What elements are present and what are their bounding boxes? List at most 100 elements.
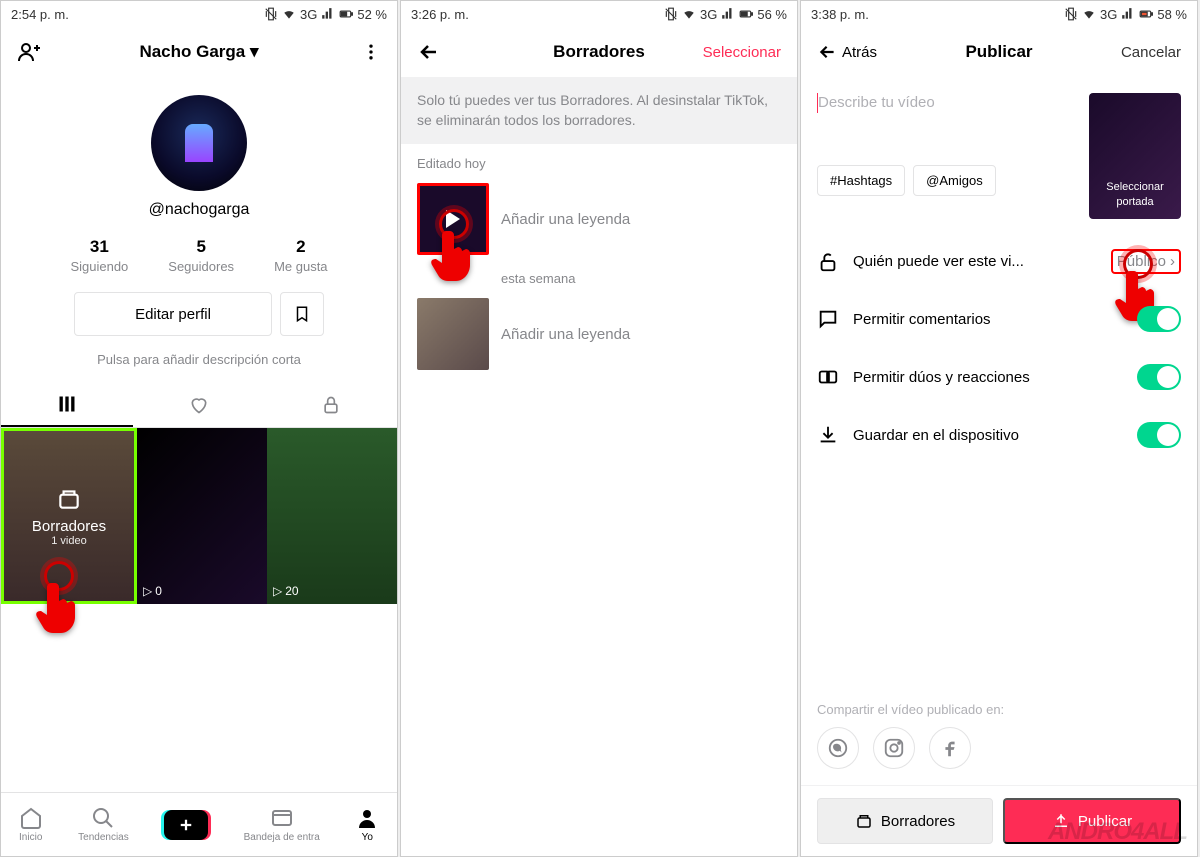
publish-body: Describe tu vídeo #Hashtags @Amigos Sele…	[801, 77, 1197, 785]
comments-row: Permitir comentarios	[817, 290, 1181, 348]
draft-item-2[interactable]: Añadir una leyenda	[401, 294, 797, 374]
chevron-right-icon: ›	[1170, 253, 1175, 270]
username: @nachogarga	[149, 201, 250, 219]
plus-icon	[177, 816, 195, 834]
status-bar: 3:26 p. m. 3G 56 %	[401, 1, 797, 27]
drafts-icon	[56, 486, 82, 512]
video-cell-3[interactable]: ▷20	[267, 428, 397, 604]
bottom-nav: Inicio Tendencias Bandeja de entra Yo	[1, 792, 397, 856]
profile-tabs	[1, 383, 397, 428]
battery-label: 52 %	[357, 7, 387, 22]
inbox-icon	[270, 806, 294, 830]
tab-liked[interactable]	[133, 383, 265, 427]
heart-outline-icon	[189, 395, 209, 415]
phone-profile: 2:54 p. m. 3G 52 % Nacho Garga ▾ @nachog…	[0, 0, 398, 857]
battery-icon	[739, 7, 753, 21]
facebook-icon	[939, 737, 961, 759]
network-label: 3G	[700, 7, 717, 22]
back-button[interactable]: Atrás	[817, 41, 877, 63]
tab-private[interactable]	[265, 383, 397, 427]
friends-chip[interactable]: @Amigos	[913, 165, 996, 196]
nav-trends[interactable]: Tendencias	[78, 806, 129, 843]
wifi-icon	[682, 7, 696, 21]
select-button[interactable]: Seleccionar	[703, 44, 781, 61]
unlock-icon	[817, 251, 839, 273]
signal-icon	[1121, 7, 1135, 21]
publish-header: Atrás Publicar Cancelar	[801, 27, 1197, 77]
drafts-icon	[855, 812, 873, 830]
status-bar: 3:38 p. m. 3G 58 %	[801, 1, 1197, 27]
save-drafts-button[interactable]: Borradores	[817, 798, 993, 844]
bookmark-button[interactable]	[280, 292, 324, 336]
back-arrow-icon[interactable]	[417, 40, 441, 64]
profile-name-dropdown[interactable]: Nacho Garga ▾	[139, 42, 258, 62]
stat-following[interactable]: 31 Siguiendo	[70, 237, 128, 274]
stats-row: 31 Siguiendo 5 Seguidores 2 Me gusta	[70, 237, 327, 274]
draft-caption-2: Añadir una leyenda	[501, 326, 630, 343]
chevron-down-icon: ▾	[250, 42, 259, 61]
download-icon	[817, 424, 839, 446]
profile-content: @nachogarga 31 Siguiendo 5 Seguidores 2 …	[1, 77, 397, 792]
duets-row: Permitir dúos y reacciones	[817, 348, 1181, 406]
status-time: 3:26 p. m.	[411, 7, 469, 22]
drafts-cell[interactable]: Borradores 1 video	[1, 428, 137, 604]
signal-icon	[721, 7, 735, 21]
edit-profile-button[interactable]: Editar perfil	[74, 292, 272, 336]
share-facebook[interactable]	[929, 727, 971, 769]
privacy-value[interactable]: Público ›	[1111, 249, 1181, 274]
nav-inbox[interactable]: Bandeja de entra	[244, 806, 320, 843]
search-icon	[91, 806, 115, 830]
battery-icon	[1139, 7, 1153, 21]
video-grid: Borradores 1 video ▷0 ▷20	[1, 428, 397, 604]
share-row	[817, 727, 1181, 769]
cover-thumbnail[interactable]: Seleccionar portada	[1089, 93, 1181, 219]
draft-caption-1: Añadir una leyenda	[501, 211, 630, 228]
play-icon: ▷	[273, 584, 282, 598]
section-week-label: esta semana	[401, 259, 797, 294]
battery-label: 58 %	[1157, 7, 1187, 22]
stat-likes[interactable]: 2 Me gusta	[274, 237, 327, 274]
hashtags-chip[interactable]: #Hashtags	[817, 165, 905, 196]
whatsapp-icon	[827, 737, 849, 759]
play-icon	[446, 210, 460, 228]
draft-thumb-1[interactable]	[417, 183, 489, 255]
back-arrow-icon	[817, 41, 838, 63]
wifi-icon	[282, 7, 296, 21]
description-input[interactable]: Describe tu vídeo	[817, 93, 1077, 165]
bookmark-icon	[293, 305, 311, 323]
stat-followers[interactable]: 5 Seguidores	[168, 237, 234, 274]
phone-publish: 3:38 p. m. 3G 58 % Atrás Publicar Cancel…	[800, 0, 1198, 857]
privacy-row[interactable]: Quién puede ver este vi... Público ›	[817, 233, 1181, 290]
share-instagram[interactable]	[873, 727, 915, 769]
save-toggle[interactable]	[1137, 422, 1181, 448]
nav-create[interactable]	[164, 810, 208, 840]
vibrate-icon	[664, 7, 678, 21]
more-icon[interactable]	[361, 42, 381, 62]
vibrate-icon	[1064, 7, 1078, 21]
cancel-button[interactable]: Cancelar	[1121, 44, 1181, 61]
share-whatsapp[interactable]	[817, 727, 859, 769]
draft-item-1[interactable]: Añadir una leyenda	[401, 179, 797, 259]
play-icon: ▷	[143, 584, 152, 598]
tab-videos[interactable]	[1, 383, 133, 427]
nav-home[interactable]: Inicio	[19, 806, 43, 843]
signal-icon	[321, 7, 335, 21]
comments-toggle[interactable]	[1137, 306, 1181, 332]
duet-icon	[817, 366, 839, 388]
add-friend-icon[interactable]	[17, 40, 41, 64]
nav-me[interactable]: Yo	[355, 806, 379, 843]
phone-drafts: 3:26 p. m. 3G 56 % Borradores Selecciona…	[400, 0, 798, 857]
share-label: Compartir el vídeo publicado en:	[817, 702, 1181, 717]
save-row: Guardar en el dispositivo	[817, 406, 1181, 464]
avatar[interactable]	[151, 95, 247, 191]
duets-toggle[interactable]	[1137, 364, 1181, 390]
battery-icon	[339, 7, 353, 21]
video-cell-2[interactable]: ▷0	[137, 428, 267, 604]
draft-thumb-2[interactable]	[417, 298, 489, 370]
page-title: Borradores	[553, 42, 645, 62]
wifi-icon	[1082, 7, 1096, 21]
profile-header: Nacho Garga ▾	[1, 27, 397, 77]
page-title: Publicar	[965, 42, 1032, 62]
watermark: ANDRO4ALL	[1048, 818, 1187, 846]
bio-hint[interactable]: Pulsa para añadir descripción corta	[97, 352, 301, 367]
